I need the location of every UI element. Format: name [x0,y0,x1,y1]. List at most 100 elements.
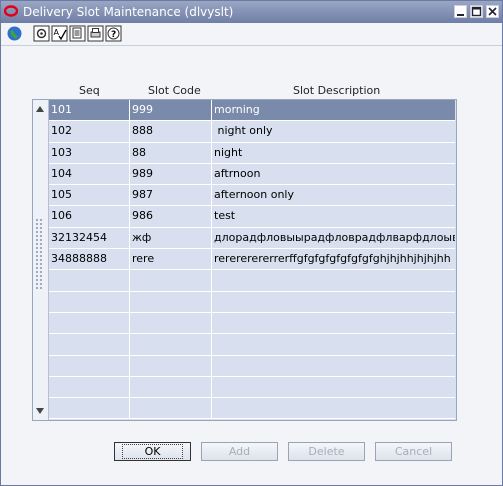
slot-code-cell[interactable]: 888 [130,121,212,142]
slot-code-cell[interactable]: 88 [130,142,212,163]
add-button[interactable]: Add [201,442,278,461]
table-row[interactable]: 105 987 afternoon only [49,185,455,207]
slot-code-cell[interactable] [130,376,212,398]
maximize-button[interactable] [470,5,483,18]
column-header-slot-description: Slot Description [293,84,381,97]
toolbar: A ? [1,23,502,45]
ok-button-label: OK [121,444,184,459]
seq-cell[interactable] [49,398,130,419]
empty-table-row[interactable] [49,270,455,292]
slot-description-cell[interactable] [212,377,455,397]
document-icon [69,25,86,42]
slot-code-cell[interactable]: rere [130,249,212,270]
table-row[interactable]: 101 999 morning [49,100,455,122]
scroll-up-icon[interactable] [36,106,44,112]
slot-description-cell[interactable] [212,398,455,418]
slot-description-cell[interactable]: night only [212,121,455,141]
scroll-down-icon[interactable] [36,408,44,414]
cancel-button[interactable]: Cancel [375,442,452,461]
toolbar-divider [1,45,502,46]
main-window: Delivery Slot Maintenance (dlvyslt) A ? [0,0,503,486]
slot-code-cell[interactable] [130,312,212,334]
seq-cell[interactable]: 104 [49,163,130,185]
slot-description-cell[interactable]: night [212,143,455,163]
slot-description-cell[interactable]: rerererererrerffgfgfgfgfgfgfgfghjhjhhjhj… [212,249,455,269]
seq-cell[interactable] [49,270,130,291]
seq-cell[interactable] [49,291,130,312]
empty-table-row[interactable] [49,291,455,313]
window-title: Delivery Slot Maintenance (dlvyslt) [23,5,234,19]
tool-button[interactable] [33,25,50,42]
table-body: 101 999 morning 102 888 night only 103 88 night… [49,100,455,420]
slot-description-cell[interactable]: test [212,206,455,226]
svg-text:A: A [54,28,60,37]
slot-description-cell[interactable] [212,270,455,290]
column-header-seq: Seq [79,84,100,97]
empty-table-row[interactable] [49,376,455,399]
slot-code-cell[interactable]: 989 [130,163,212,185]
slot-code-cell[interactable]: 999 [130,100,212,121]
document-button[interactable] [69,25,86,42]
cancel-button-label: Cancel [394,445,433,458]
slot-code-cell[interactable] [130,355,212,376]
table-row[interactable]: 32132454 жф длорадфловыырадфловрадфлварфдл… [49,227,455,250]
seq-cell[interactable]: 103 [49,142,130,163]
table-row[interactable]: 103 88 night [49,142,455,164]
vertical-scrollbar[interactable] [33,100,49,420]
tool-icon [33,25,50,42]
table-row[interactable]: 104 989 aftrnoon [49,163,455,186]
seq-cell[interactable] [49,312,130,334]
slot-code-cell[interactable]: 986 [130,206,212,227]
print-button[interactable] [87,25,104,42]
table-row[interactable]: 34888888 rere rerererererrerffgfgfgfgfgfgf… [49,249,455,271]
close-icon [488,7,497,16]
oracle-logo-icon [4,5,18,17]
seq-cell[interactable]: 106 [49,206,130,227]
ok-button[interactable]: OK [114,442,191,461]
seq-cell[interactable]: 101 [49,100,130,121]
slot-code-cell[interactable]: жф [130,227,212,249]
globe-button[interactable] [6,25,23,42]
seq-cell[interactable]: 105 [49,185,130,206]
help-button[interactable]: ? [105,25,122,42]
slot-code-cell[interactable] [130,398,212,419]
seq-cell[interactable]: 32132454 [49,227,130,249]
close-button[interactable] [486,5,499,18]
scroll-grip[interactable] [35,218,44,290]
slot-code-cell[interactable] [130,270,212,291]
slot-description-cell[interactable] [212,334,455,354]
column-header-slot-code: Slot Code [148,84,201,97]
table-row[interactable]: 106 986 test [49,206,455,228]
empty-table-row[interactable] [49,398,455,420]
seq-cell[interactable]: 102 [49,121,130,142]
empty-table-row[interactable] [49,312,455,335]
slot-description-cell[interactable]: morning [212,100,455,120]
seq-cell[interactable] [49,334,130,355]
empty-table-row[interactable] [49,355,455,377]
seq-cell[interactable]: 34888888 [49,249,130,270]
slot-description-cell[interactable]: aftrnoon [212,164,455,184]
help-icon: ? [105,25,122,42]
slot-code-cell[interactable] [130,334,212,355]
minimize-icon [457,14,464,16]
empty-table-row[interactable] [49,334,455,356]
slot-description-cell[interactable] [212,356,455,376]
print-icon [87,25,104,42]
spell-check-button[interactable]: A [51,25,68,42]
slot-description-cell[interactable]: длорадфловыырадфловрадфлварфдлоыврадфо [212,228,455,248]
slot-description-cell[interactable]: afternoon only [212,185,455,205]
seq-cell[interactable] [49,355,130,376]
add-button-label: Add [228,445,251,458]
title-bar: Delivery Slot Maintenance (dlvyslt) [1,1,502,23]
slot-table: 101 999 morning 102 888 night only 103 88 night… [32,99,457,421]
minimize-button[interactable] [454,5,467,18]
delete-button-label: Delete [308,445,345,458]
delete-button[interactable]: Delete [288,442,365,461]
spell-check-icon: A [51,25,68,42]
table-row[interactable]: 102 888 night only [49,121,455,143]
slot-description-cell[interactable] [212,313,455,333]
slot-code-cell[interactable]: 987 [130,185,212,206]
seq-cell[interactable] [49,376,130,398]
slot-description-cell[interactable] [212,292,455,312]
slot-code-cell[interactable] [130,291,212,312]
